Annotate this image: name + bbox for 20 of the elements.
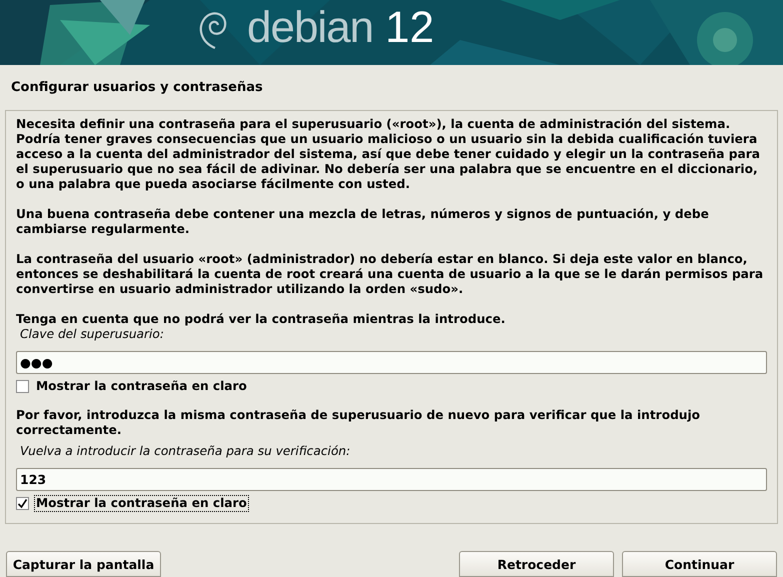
description-text: Una buena contraseña debe contener una mezcla de letras, números y signos de puntuación, y debe cambiarse regularmente. bbox=[16, 207, 710, 237]
screenshot-button[interactable]: Capturar la pantalla bbox=[6, 551, 161, 577]
field-label: Clave del superusuario: bbox=[20, 327, 165, 342]
instruction-text: Por favor, introduzca la misma contraseña de superusuario de nuevo para verificar que la introdujo correctamente. bbox=[16, 408, 702, 438]
checkbox-label[interactable]: Mostrar la contraseña en claro bbox=[35, 378, 248, 394]
password-field[interactable]: 123 bbox=[16, 468, 767, 491]
checkbox[interactable] bbox=[16, 380, 29, 392]
field-label: Vuelva a introducir la contraseña para su verificación: bbox=[20, 444, 352, 459]
back-button[interactable]: Retroceder bbox=[459, 551, 614, 577]
version-number: 12 bbox=[385, 6, 434, 50]
brand-name: debian bbox=[247, 6, 374, 50]
page-title: Configurar usuarios y contraseñas bbox=[11, 80, 263, 95]
checkbox-label[interactable]: Mostrar la contraseña en claro bbox=[35, 496, 248, 510]
description-text: Necesita definir una contraseña para el superusuario («root»), la cuenta de administración del sistema. Podría tener graves consecuencias que un usuario malicioso o un usuario sin la debida cualificación tuviera acceso a la cuenta del administrador del sistema, así que debe tener cuidado y elegir un la contraseña para el superusuario que no sea fácil de adivinar. No debería ser una palabra que se encuentre en el diccionario, o una palabra que pueda asociarse fácilmente con usted. bbox=[16, 117, 761, 192]
checkbox[interactable] bbox=[16, 496, 29, 510]
check-icon bbox=[17, 498, 28, 508]
password-field[interactable]: ●●● bbox=[16, 351, 767, 374]
description-text: Tenga en cuenta que no podrá ver la contraseña mientras la introduce. bbox=[16, 312, 506, 327]
continue-button[interactable]: Continuar bbox=[622, 551, 777, 577]
description-text: La contraseña del usuario «root» (administrador) no debería estar en blanco. Si deja este valor en blanco, entonces se deshabilitará la cuenta de root creará una cuenta de usuario a la que se le darán permisos para convertirse en usuario administrador utilizando la orden «sudo». bbox=[16, 252, 764, 297]
